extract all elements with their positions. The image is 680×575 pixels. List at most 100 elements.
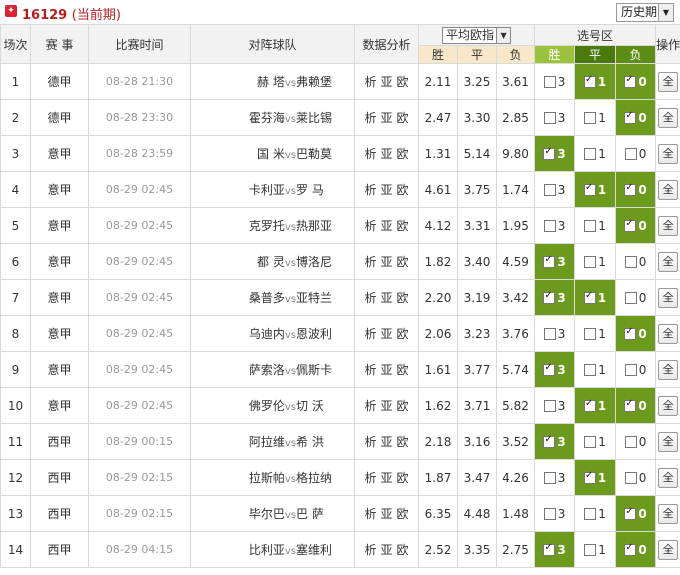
pick-win-cell[interactable]: 3	[534, 99, 576, 136]
link-asian[interactable]: 亚	[380, 327, 392, 341]
pick-draw-cell[interactable]: 1	[574, 315, 617, 352]
link-euro[interactable]: 欧	[397, 255, 409, 269]
pick-win-checkbox[interactable]	[543, 290, 556, 304]
pick-loss-cell[interactable]: 0	[615, 243, 657, 280]
pick-win-checkbox[interactable]	[543, 220, 556, 232]
pick-win-checkbox[interactable]	[543, 254, 556, 268]
link-euro[interactable]: 欧	[397, 363, 409, 377]
link-analysis[interactable]: 析	[364, 255, 376, 269]
pick-draw-cell[interactable]: 1	[574, 171, 617, 208]
pick-win-cell[interactable]: 3	[534, 171, 576, 208]
link-asian[interactable]: 亚	[380, 507, 392, 521]
pick-draw-cell[interactable]: 1	[574, 351, 617, 388]
away-team[interactable]: 巴勒莫	[296, 145, 350, 162]
select-all-button[interactable]: 全	[658, 431, 679, 452]
pick-loss-cell[interactable]: 0	[615, 387, 657, 424]
pick-loss-checkbox[interactable]	[624, 326, 637, 340]
away-team[interactable]: 亚特兰	[296, 289, 350, 306]
pick-win-cell[interactable]: 3	[534, 279, 576, 316]
link-asian[interactable]: 亚	[380, 219, 392, 233]
select-all-button[interactable]: 全	[658, 107, 679, 128]
away-team[interactable]: 格拉纳	[296, 469, 350, 486]
pick-loss-checkbox[interactable]	[624, 436, 637, 448]
pick-draw-cell[interactable]: 1	[574, 63, 617, 100]
pick-win-checkbox[interactable]	[543, 146, 556, 160]
link-asian[interactable]: 亚	[380, 399, 392, 413]
pick-win-cell[interactable]: 3	[534, 387, 576, 424]
pick-draw-checkbox[interactable]	[584, 256, 597, 268]
pick-win-cell[interactable]: 3	[534, 351, 576, 388]
pick-loss-checkbox[interactable]	[624, 218, 637, 232]
pick-draw-cell[interactable]: 1	[574, 387, 617, 424]
link-analysis[interactable]: 析	[364, 111, 376, 125]
link-analysis[interactable]: 析	[364, 183, 376, 197]
pick-draw-checkbox[interactable]	[584, 148, 597, 160]
link-euro[interactable]: 欧	[397, 291, 409, 305]
link-asian[interactable]: 亚	[380, 147, 392, 161]
home-team[interactable]: 比利亚	[249, 543, 285, 557]
pick-draw-cell[interactable]: 1	[574, 495, 617, 532]
pick-draw-cell[interactable]: 1	[574, 459, 617, 496]
pick-loss-cell[interactable]: 0	[615, 531, 657, 568]
link-euro[interactable]: 欧	[397, 399, 409, 413]
link-asian[interactable]: 亚	[380, 435, 392, 449]
pick-draw-cell[interactable]: 1	[574, 135, 617, 172]
pick-loss-cell[interactable]: 0	[615, 279, 657, 316]
link-analysis[interactable]: 析	[364, 219, 376, 233]
home-team[interactable]: 佛罗伦	[249, 399, 285, 413]
pick-win-checkbox[interactable]	[543, 76, 556, 88]
select-all-button[interactable]: 全	[658, 395, 679, 416]
link-analysis[interactable]: 析	[364, 471, 376, 485]
away-team[interactable]: 莱比锡	[296, 109, 350, 126]
pick-win-cell[interactable]: 3	[534, 135, 576, 172]
away-team[interactable]: 佩斯卡	[296, 361, 350, 378]
pick-win-checkbox[interactable]	[543, 542, 556, 556]
home-team[interactable]: 萨索洛	[249, 363, 285, 377]
pick-draw-checkbox[interactable]	[583, 398, 596, 412]
pick-loss-checkbox[interactable]	[624, 472, 637, 484]
select-all-button[interactable]: 全	[658, 179, 679, 200]
link-analysis[interactable]: 析	[364, 507, 376, 521]
link-euro[interactable]: 欧	[397, 219, 409, 233]
pick-draw-checkbox[interactable]	[584, 364, 597, 376]
link-asian[interactable]: 亚	[380, 363, 392, 377]
link-asian[interactable]: 亚	[380, 111, 392, 125]
home-team[interactable]: 国 米	[257, 147, 285, 161]
pick-loss-cell[interactable]: 0	[615, 171, 657, 208]
away-team[interactable]: 罗 马	[296, 181, 350, 198]
pick-win-cell[interactable]: 3	[534, 243, 576, 280]
pick-loss-checkbox[interactable]	[624, 256, 637, 268]
link-asian[interactable]: 亚	[380, 471, 392, 485]
pick-win-checkbox[interactable]	[543, 472, 556, 484]
pick-loss-checkbox[interactable]	[624, 506, 637, 520]
link-asian[interactable]: 亚	[380, 543, 392, 557]
pick-win-checkbox[interactable]	[543, 112, 556, 124]
pick-draw-checkbox[interactable]	[584, 112, 597, 124]
link-euro[interactable]: 欧	[397, 75, 409, 89]
pick-win-cell[interactable]: 3	[534, 531, 576, 568]
pick-draw-cell[interactable]: 1	[574, 207, 617, 244]
pick-draw-checkbox[interactable]	[583, 470, 596, 484]
away-team[interactable]: 博洛尼	[296, 253, 350, 270]
select-all-button[interactable]: 全	[658, 539, 679, 560]
pick-loss-cell[interactable]: 0	[615, 207, 657, 244]
pick-loss-checkbox[interactable]	[624, 292, 637, 304]
away-team[interactable]: 塞维利	[296, 541, 350, 558]
link-asian[interactable]: 亚	[380, 183, 392, 197]
select-all-button[interactable]: 全	[658, 323, 679, 344]
pick-draw-checkbox[interactable]	[584, 220, 597, 232]
home-team[interactable]: 克罗托	[249, 219, 285, 233]
pick-loss-cell[interactable]: 0	[615, 351, 657, 388]
pick-win-cell[interactable]: 3	[534, 315, 576, 352]
link-euro[interactable]: 欧	[397, 471, 409, 485]
select-all-button[interactable]: 全	[658, 143, 679, 164]
pick-draw-checkbox[interactable]	[583, 290, 596, 304]
pick-win-cell[interactable]: 3	[534, 207, 576, 244]
link-euro[interactable]: 欧	[397, 147, 409, 161]
home-team[interactable]: 乌迪内	[249, 327, 285, 341]
pick-draw-checkbox[interactable]	[584, 544, 597, 556]
pick-win-checkbox[interactable]	[543, 434, 556, 448]
away-team[interactable]: 恩波利	[296, 325, 350, 342]
away-team[interactable]: 希 洪	[296, 433, 350, 450]
link-asian[interactable]: 亚	[380, 255, 392, 269]
